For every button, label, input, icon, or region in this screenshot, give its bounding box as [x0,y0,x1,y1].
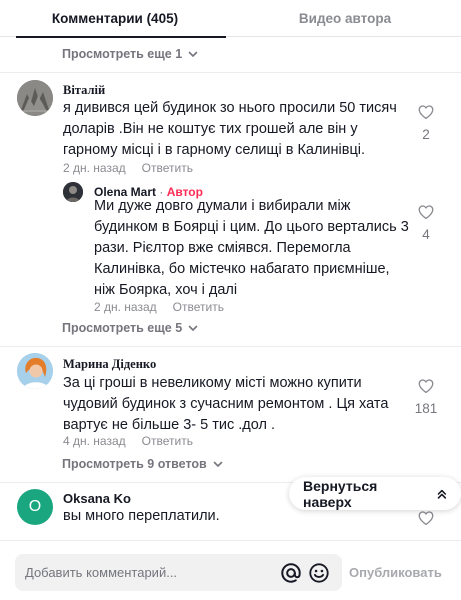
reply-button[interactable]: Ответить [142,161,193,175]
emoji-icon[interactable] [308,562,330,584]
like-count: 181 [414,401,438,416]
comment-text-line: гарному місці і в гарному селищі в Калин… [63,142,366,158]
like-button[interactable] [411,509,441,527]
tab-comments[interactable]: Комментарии (405) [0,0,230,38]
back-to-top-button[interactable]: Вернуться наверх [289,477,461,510]
divider [0,72,461,73]
comment-input[interactable] [25,554,275,591]
comment-meta: 4 дн. назад Ответить [63,434,193,448]
comment-text-line: доларів .Він не коштує тих грошей але ві… [63,121,358,137]
comment-time: 4 дн. назад [63,434,126,448]
show-more-replies-button[interactable]: Просмотреть 9 ответов [62,457,224,471]
comment-author[interactable]: Марина Діденко [63,357,156,372]
double-chevron-up-icon [437,489,447,499]
comment-text-line: За ці гроші в невеликому місті можно куп… [63,375,362,391]
tab-author-videos[interactable]: Видео автора [230,0,460,37]
show-more-replies-button[interactable]: Просмотреть еще 1 [62,47,199,61]
comment-meta: 2 дн. назад Ответить [63,161,193,175]
reply-text-line: ніж Боярка, хоч і далі [94,282,238,298]
avatar[interactable] [17,80,53,116]
comment-author[interactable]: Oksana Ko [63,491,131,506]
chevron-down-icon [188,325,198,331]
back-to-top-label: Вернуться наверх [303,477,378,510]
comment-text-line: вартує не більше 3- 5 тис .дол . [63,417,275,433]
like-button[interactable]: 181 [411,377,441,416]
reply-button[interactable]: Ответить [142,434,193,448]
comment-text: я дивився цей будинок зо нього просили 5… [63,98,403,161]
show-more-label: Просмотреть 9 ответов [62,457,207,471]
comments-list[interactable]: Просмотреть еще 1 Віталій я дивився цей … [0,37,461,540]
heart-icon [418,105,434,120]
reply-text: Ми дуже довго думали і вибирали між буди… [94,196,414,301]
show-more-label: Просмотреть еще 1 [62,47,183,61]
like-count: 4 [422,227,430,242]
comment-composer: Опубликовать [0,540,461,600]
like-button[interactable]: 2 [411,103,441,142]
avatar[interactable] [63,182,83,202]
reply-text-line: рази. Рієлтор вже сміявся. Перемогла [94,240,351,256]
heart-icon [418,379,434,394]
divider [0,346,461,347]
show-more-label: Просмотреть еще 5 [62,321,183,335]
reply-button[interactable]: Ответить [173,300,224,314]
avatar-photo-icon [63,182,83,202]
show-more-replies-button[interactable]: Просмотреть еще 5 [62,321,199,335]
comment-text-line: я дивився цей будинок зо нього просили 5… [63,100,397,116]
reply-time: 2 дн. назад [94,300,157,314]
avatar-photo-icon [17,80,53,116]
reply-text-line: Калинівка, бо містечко набагато приємніш… [94,261,390,277]
tab-bar: Комментарии (405) Видео автора [0,0,461,38]
comment-text: За ці гроші в невеликому місті можно куп… [63,373,403,436]
like-button[interactable]: 4 [411,203,441,242]
reply-text-line: Ми дуже довго думали і вибирали між [94,198,351,214]
comment-time: 2 дн. назад [63,161,126,175]
reply-meta: 2 дн. назад Ответить [94,300,224,314]
heart-icon [418,205,434,220]
chevron-down-icon [213,461,223,467]
like-count: 2 [422,127,430,142]
avatar-letter: O [28,498,42,515]
publish-button[interactable]: Опубликовать [349,554,442,591]
comment-text-line: чудовий будинок з сучасним ремонтом . Ця… [63,396,389,412]
heart-icon [418,511,434,526]
avatar[interactable] [17,353,53,389]
comment-author[interactable]: Віталій [63,83,105,98]
avatar[interactable]: O [17,489,53,525]
at-icon[interactable] [280,562,302,584]
comment-input-box [15,554,342,591]
reply-text-line: будинком в Боярці і цим. До цього вертал… [94,219,409,235]
chevron-down-icon [188,51,198,57]
avatar-photo-icon [17,353,53,389]
